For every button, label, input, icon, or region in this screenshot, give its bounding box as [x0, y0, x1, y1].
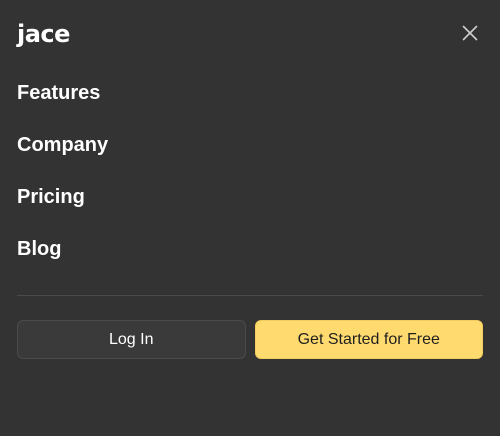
- nav-item-pricing[interactable]: Pricing: [17, 182, 483, 212]
- menu-actions: Log In Get Started for Free: [17, 320, 483, 359]
- nav-item-blog[interactable]: Blog: [17, 234, 483, 264]
- logo[interactable]: jace: [17, 18, 70, 50]
- login-button-label: Log In: [109, 330, 154, 348]
- nav-item-features[interactable]: Features: [17, 78, 483, 108]
- close-icon: [462, 25, 478, 46]
- menu-header: jace: [17, 18, 483, 52]
- login-button[interactable]: Log In: [17, 320, 246, 359]
- nav-menu: Features Company Pricing Blog: [17, 78, 483, 286]
- nav-item-company[interactable]: Company: [17, 130, 483, 160]
- mobile-menu: jace Features Company Pricing Blog Log I…: [0, 0, 500, 436]
- divider: [17, 295, 483, 296]
- close-button[interactable]: [459, 24, 481, 46]
- get-started-button-label: Get Started for Free: [297, 330, 440, 348]
- get-started-button[interactable]: Get Started for Free: [254, 320, 483, 359]
